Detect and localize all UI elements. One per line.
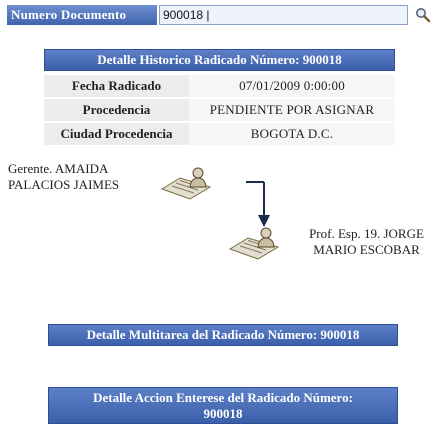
user-document-icon bbox=[228, 225, 282, 268]
table-row: Fecha Radicado 07/01/2009 0:00:00 bbox=[44, 75, 395, 98]
ciudad-procedencia-label: Ciudad Procedencia bbox=[44, 121, 189, 145]
table-row: Procedencia PENDIENTE POR ASIGNAR bbox=[44, 97, 395, 122]
search-button[interactable] bbox=[412, 5, 434, 25]
action-button-line1: Detalle Accion Enterese del Radicado Núm… bbox=[93, 390, 353, 405]
history-detail-header: Detalle Historico Radicado Número: 90001… bbox=[44, 49, 395, 71]
table-row: Ciudad Procedencia BOGOTA D.C. bbox=[44, 121, 395, 145]
receiver-name-line1: Prof. Esp. 19. JORGE bbox=[309, 226, 424, 241]
fecha-radicado-value: 07/01/2009 0:00:00 bbox=[189, 75, 395, 98]
sender-name: Gerente. AMAIDA PALACIOS JAIMES bbox=[8, 161, 163, 193]
fecha-radicado-label: Fecha Radicado bbox=[44, 75, 189, 98]
document-number-input[interactable]: 900018 | bbox=[159, 5, 408, 25]
user-document-icon bbox=[160, 165, 214, 208]
multitask-detail-button[interactable]: Detalle Multitarea del Radicado Número: … bbox=[48, 324, 398, 346]
ciudad-procedencia-value: BOGOTA D.C. bbox=[189, 121, 395, 145]
receiver-name: Prof. Esp. 19. JORGE MARIO ESCOBAR bbox=[294, 226, 439, 258]
receiver-name-line2: MARIO ESCOBAR bbox=[313, 242, 420, 257]
action-enterese-detail-button[interactable]: Detalle Accion Enterese del Radicado Núm… bbox=[48, 387, 398, 424]
sender-name-line1: Gerente. AMAIDA bbox=[8, 161, 109, 176]
document-number-label: Numero Documento bbox=[7, 5, 157, 25]
action-button-line2: 900018 bbox=[203, 406, 243, 421]
history-detail-table: Fecha Radicado 07/01/2009 0:00:00 Proced… bbox=[44, 75, 395, 145]
magnifier-icon bbox=[416, 8, 431, 23]
procedencia-label: Procedencia bbox=[44, 97, 189, 122]
procedencia-value: PENDIENTE POR ASIGNAR bbox=[189, 97, 395, 122]
sender-name-line2: PALACIOS JAIMES bbox=[8, 177, 120, 192]
